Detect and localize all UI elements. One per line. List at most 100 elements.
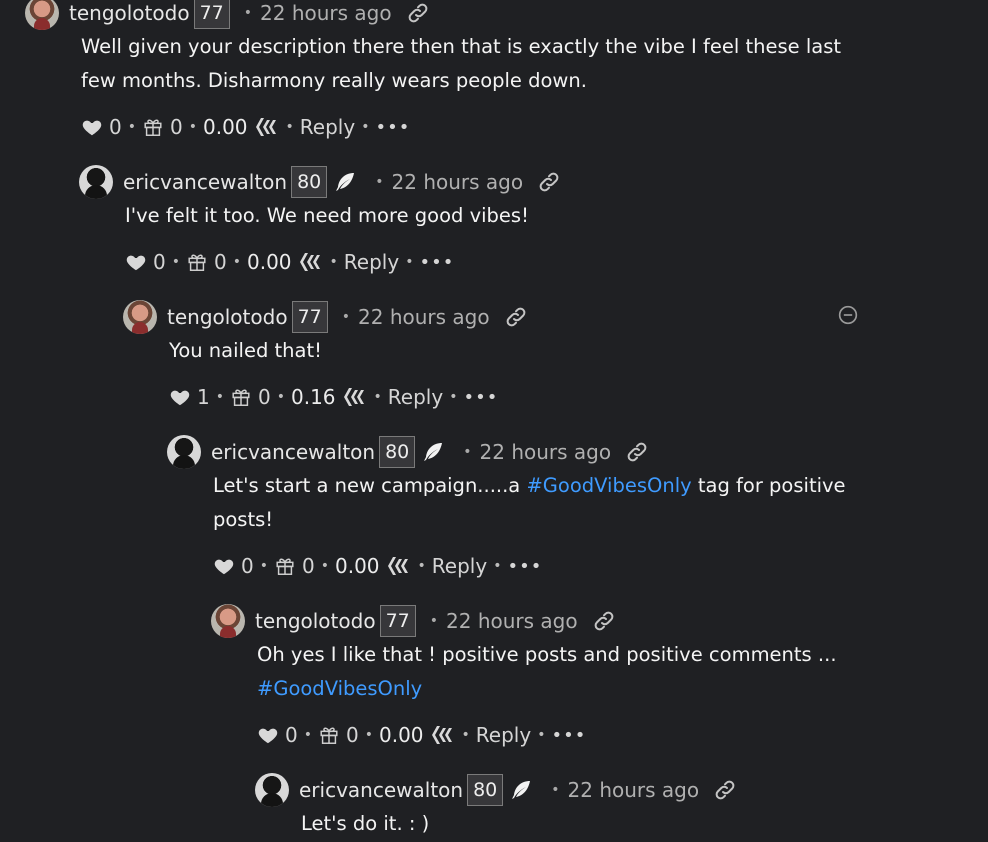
timestamp[interactable]: 22 hours ago xyxy=(260,1,392,25)
author-name[interactable]: ericvancewalton xyxy=(299,778,463,802)
timestamp[interactable]: 22 hours ago xyxy=(568,778,700,802)
timestamp[interactable]: 22 hours ago xyxy=(446,609,578,633)
hive-icon xyxy=(386,555,412,577)
timestamp[interactable]: 22 hours ago xyxy=(358,305,490,329)
reputation-badge: 77 xyxy=(379,605,416,637)
collapse-icon[interactable] xyxy=(838,305,858,325)
reputation-badge: 77 xyxy=(291,301,328,333)
comment-text: #GoodVibesOnly xyxy=(257,672,837,706)
link-icon[interactable] xyxy=(406,1,430,25)
payout-value[interactable]: 0.00 xyxy=(203,115,248,139)
avatar[interactable] xyxy=(167,435,201,469)
comment-text-end: tag for positive xyxy=(691,474,846,497)
payout-value[interactable]: 0.00 xyxy=(247,250,292,274)
comment-text: You nailed that! xyxy=(169,339,322,362)
separator-dot: • xyxy=(429,613,439,629)
gift-icon[interactable] xyxy=(274,555,296,577)
comment-body: Let's do it. : ) xyxy=(301,807,429,841)
gift-icon[interactable] xyxy=(142,116,164,138)
comment-actions: 0 • 0 • 0.00 • Reply • ••• xyxy=(213,549,542,583)
heart-icon[interactable] xyxy=(81,116,103,138)
avatar[interactable] xyxy=(211,604,245,638)
reputation-badge: 80 xyxy=(379,436,416,468)
payout-value[interactable]: 0.16 xyxy=(291,385,336,409)
comment-actions: 0 • 0 • 0.00 • Reply • ••• xyxy=(125,245,454,279)
comment-text: Let's start a new campaign.....a #GoodVi… xyxy=(213,469,846,503)
comment-header: tengolotodo 77 • 22 hours ago xyxy=(25,0,430,32)
separator-dot: • xyxy=(259,558,268,574)
comment-body: I've felt it too. We need more good vibe… xyxy=(125,199,529,233)
reply-button[interactable]: Reply xyxy=(344,250,399,274)
separator-dot: • xyxy=(373,389,382,405)
separator-dot: • xyxy=(361,119,370,135)
separator-dot: • xyxy=(188,119,197,135)
link-icon[interactable] xyxy=(713,778,737,802)
separator-dot: • xyxy=(364,727,373,743)
tip-count: 0 xyxy=(170,115,183,139)
link-icon[interactable] xyxy=(592,609,616,633)
feather-icon xyxy=(421,440,445,464)
reply-button[interactable]: Reply xyxy=(476,723,531,747)
author-name[interactable]: tengolotodo xyxy=(69,1,190,25)
separator-dot: • xyxy=(303,727,312,743)
comment-text: posts! xyxy=(213,508,274,531)
heart-icon[interactable] xyxy=(257,724,279,746)
reply-button[interactable]: Reply xyxy=(388,385,443,409)
comment-header: ericvancewalton 80 • 22 hours ago xyxy=(255,771,737,809)
separator-dot: • xyxy=(417,558,426,574)
payout-value[interactable]: 0.00 xyxy=(335,554,380,578)
reply-button[interactable]: Reply xyxy=(432,554,487,578)
link-icon[interactable] xyxy=(504,305,528,329)
gift-icon[interactable] xyxy=(186,251,208,273)
timestamp[interactable]: 22 hours ago xyxy=(392,170,524,194)
separator-dot: • xyxy=(285,119,294,135)
separator-dot: • xyxy=(405,254,414,270)
gift-icon[interactable] xyxy=(230,386,252,408)
comment-text: few months. Disharmony really wears peop… xyxy=(81,69,587,92)
avatar[interactable] xyxy=(123,300,157,334)
more-options-button[interactable]: ••• xyxy=(463,387,498,408)
hashtag-link[interactable]: #GoodVibesOnly xyxy=(257,677,422,700)
avatar[interactable] xyxy=(25,0,59,30)
comment-text: Well given your description there then t… xyxy=(81,35,841,58)
author-name[interactable]: tengolotodo xyxy=(167,305,288,329)
reputation-badge: 80 xyxy=(291,166,328,198)
vote-count[interactable]: 1 xyxy=(197,385,210,409)
vote-count[interactable]: 0 xyxy=(153,250,166,274)
link-icon[interactable] xyxy=(537,170,561,194)
separator-dot: • xyxy=(375,174,384,190)
separator-dot: • xyxy=(171,254,180,270)
more-options-button[interactable]: ••• xyxy=(507,556,542,577)
vote-count[interactable]: 0 xyxy=(241,554,254,578)
more-options-button[interactable]: ••• xyxy=(375,117,410,138)
comment-body: Well given your description there then t… xyxy=(81,30,841,98)
heart-icon[interactable] xyxy=(125,251,147,273)
author-name[interactable]: tengolotodo xyxy=(255,609,376,633)
gift-icon[interactable] xyxy=(318,724,340,746)
separator-dot: • xyxy=(243,5,253,21)
author-name[interactable]: ericvancewalton xyxy=(211,440,375,464)
vote-count[interactable]: 0 xyxy=(285,723,298,747)
separator-dot: • xyxy=(341,309,351,325)
comment-text: Oh yes I like that ! positive posts and … xyxy=(257,643,837,666)
hashtag-link[interactable]: #GoodVibesOnly xyxy=(526,474,691,497)
tip-count: 0 xyxy=(258,385,271,409)
more-options-button[interactable]: ••• xyxy=(419,252,454,273)
reply-button[interactable]: Reply xyxy=(300,115,355,139)
heart-icon[interactable] xyxy=(169,386,191,408)
payout-value[interactable]: 0.00 xyxy=(379,723,424,747)
comment-actions: 0 • 0 • 0.00 • Reply • ••• xyxy=(257,718,586,752)
link-icon[interactable] xyxy=(625,440,649,464)
more-options-button[interactable]: ••• xyxy=(551,725,586,746)
comment-body: Let's start a new campaign.....a #GoodVi… xyxy=(213,469,846,537)
hive-icon xyxy=(342,386,368,408)
author-name[interactable]: ericvancewalton xyxy=(123,170,287,194)
reputation-badge: 77 xyxy=(193,0,230,29)
vote-count[interactable]: 0 xyxy=(109,115,122,139)
timestamp[interactable]: 22 hours ago xyxy=(480,440,612,464)
avatar[interactable] xyxy=(79,165,113,199)
comment-header: tengolotodo 77 • 22 hours ago xyxy=(211,602,616,640)
avatar[interactable] xyxy=(255,773,289,807)
heart-icon[interactable] xyxy=(213,555,235,577)
separator-dot: • xyxy=(493,558,502,574)
